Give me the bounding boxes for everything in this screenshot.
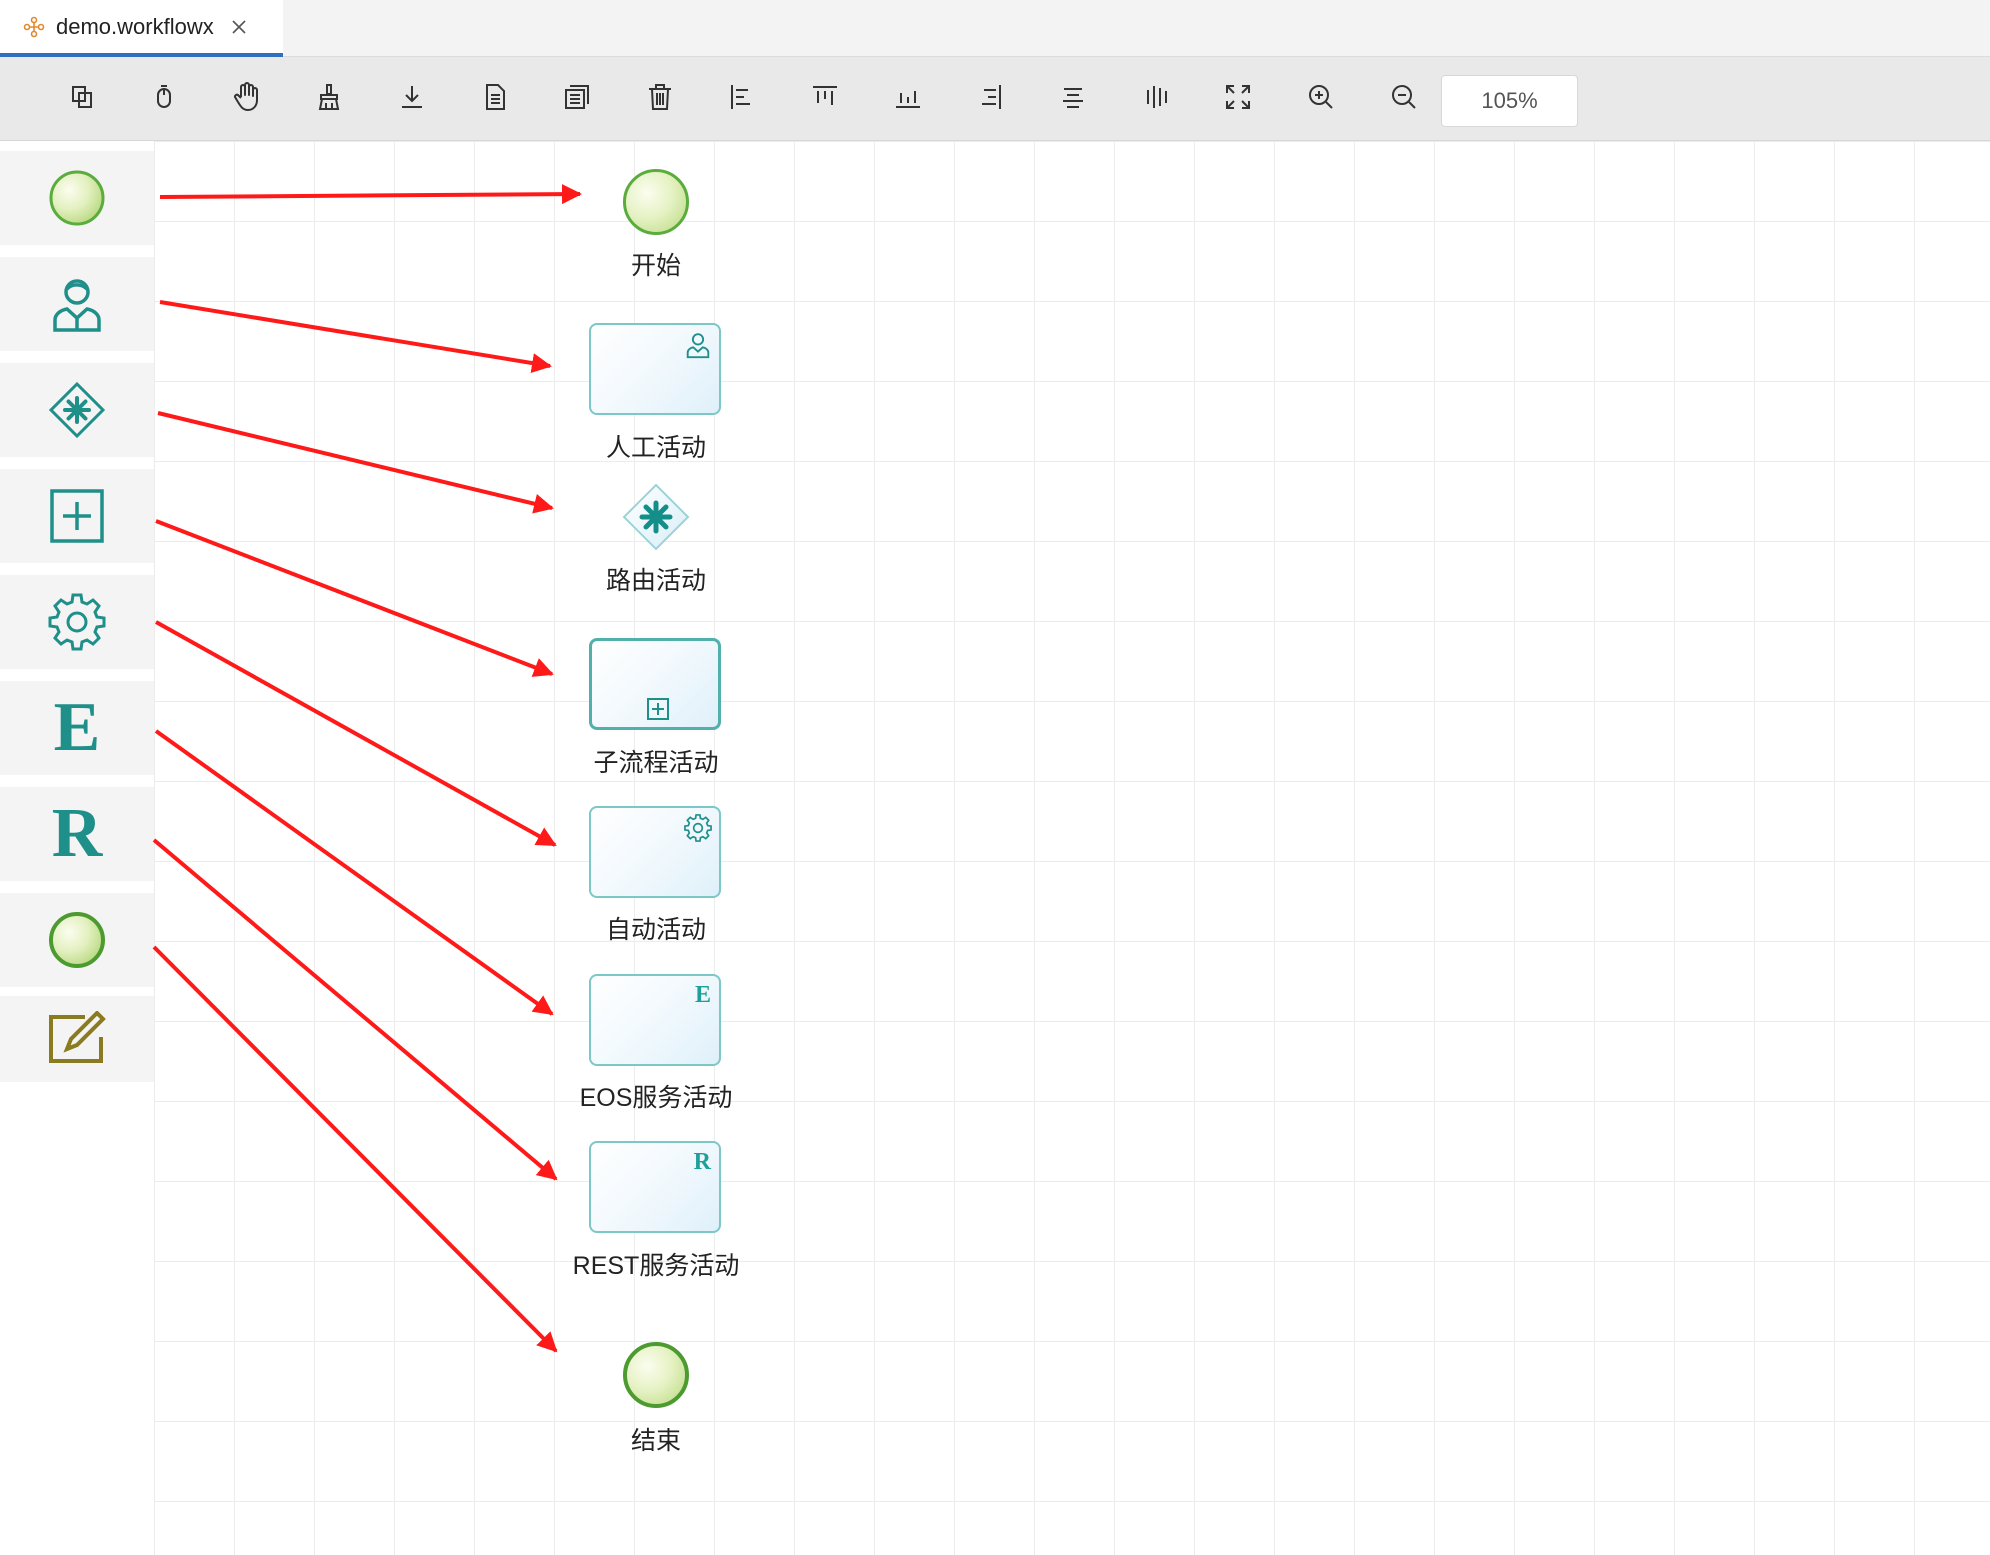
copy-icon[interactable]: [60, 75, 104, 119]
rest-service-node[interactable]: R: [589, 1141, 721, 1233]
tab-bar: demo.workflowx: [0, 0, 1990, 57]
palette: E R: [0, 141, 154, 1555]
zoom-in-icon[interactable]: [1299, 75, 1343, 119]
eos-marker-icon: E: [694, 982, 711, 1008]
note-edit-icon: [49, 1011, 106, 1063]
pan-hand-icon[interactable]: [225, 75, 269, 119]
diagram-canvas[interactable]: [154, 141, 1990, 1555]
eos-letter-icon: E: [53, 689, 101, 766]
node-label-auto: 自动活动: [605, 916, 706, 944]
manual-activity-node[interactable]: [589, 323, 721, 415]
zoom-out-icon[interactable]: [1382, 75, 1426, 119]
end-event-tool[interactable]: [0, 893, 154, 987]
tab-title: demo.workflowx: [56, 13, 214, 39]
node-label-manual: 人工活动: [605, 434, 706, 462]
align-bottom-icon[interactable]: [886, 75, 930, 119]
node-label-eos: EOS服务活动: [579, 1084, 733, 1112]
properties-icon[interactable]: [555, 75, 599, 119]
auto-activity-node[interactable]: [589, 806, 721, 898]
auto-activity-tool[interactable]: [0, 575, 154, 669]
end-event-node[interactable]: [623, 1342, 689, 1408]
person-icon: [686, 333, 710, 359]
align-right-icon[interactable]: [968, 75, 1012, 119]
manual-activity-tool[interactable]: [0, 257, 154, 351]
subprocess-icon: [50, 489, 104, 543]
download-icon[interactable]: [390, 75, 434, 119]
align-top-icon[interactable]: [803, 75, 847, 119]
start-event-icon: [49, 170, 105, 226]
note-tool[interactable]: [0, 996, 154, 1082]
start-event-tool[interactable]: [0, 151, 154, 245]
route-activity-tool[interactable]: [0, 363, 154, 457]
route-gateway-icon: [48, 381, 106, 439]
gear-icon: [48, 593, 106, 651]
person-icon: [53, 279, 101, 332]
eos-service-node[interactable]: E: [589, 974, 721, 1066]
align-left-icon[interactable]: [720, 75, 764, 119]
align-center-icon[interactable]: [1051, 75, 1095, 119]
eos-service-tool[interactable]: E: [0, 681, 154, 775]
subprocess-activity-tool[interactable]: [0, 469, 154, 563]
tab-demo-workflowx[interactable]: demo.workflowx: [0, 0, 283, 57]
route-activity-node[interactable]: [622, 483, 690, 551]
rest-service-tool[interactable]: R: [0, 787, 154, 881]
node-label-route: 路由活动: [605, 567, 706, 595]
gear-icon: [684, 814, 712, 842]
select-icon[interactable]: [142, 75, 186, 119]
close-icon[interactable]: [228, 16, 250, 38]
toolbar: [0, 57, 1990, 141]
document-icon[interactable]: [473, 75, 517, 119]
align-middle-icon[interactable]: [1134, 75, 1178, 119]
fit-screen-icon[interactable]: [1216, 75, 1260, 119]
zoom-level-input[interactable]: 105%: [1441, 75, 1578, 127]
workflow-file-icon: [22, 15, 46, 39]
delete-icon[interactable]: [638, 75, 682, 119]
node-label-start: 开始: [630, 252, 681, 280]
subprocess-activity-node[interactable]: [589, 638, 721, 730]
node-label-rest: REST服务活动: [572, 1252, 740, 1280]
node-label-subprocess: 子流程活动: [593, 749, 719, 777]
clear-icon[interactable]: [307, 75, 351, 119]
end-event-icon: [49, 912, 105, 968]
rest-letter-icon: R: [51, 795, 103, 872]
node-label-end: 结束: [630, 1427, 681, 1455]
start-event-node[interactable]: [623, 169, 689, 235]
rest-marker-icon: R: [693, 1149, 711, 1175]
subprocess-marker-icon: [647, 698, 669, 720]
